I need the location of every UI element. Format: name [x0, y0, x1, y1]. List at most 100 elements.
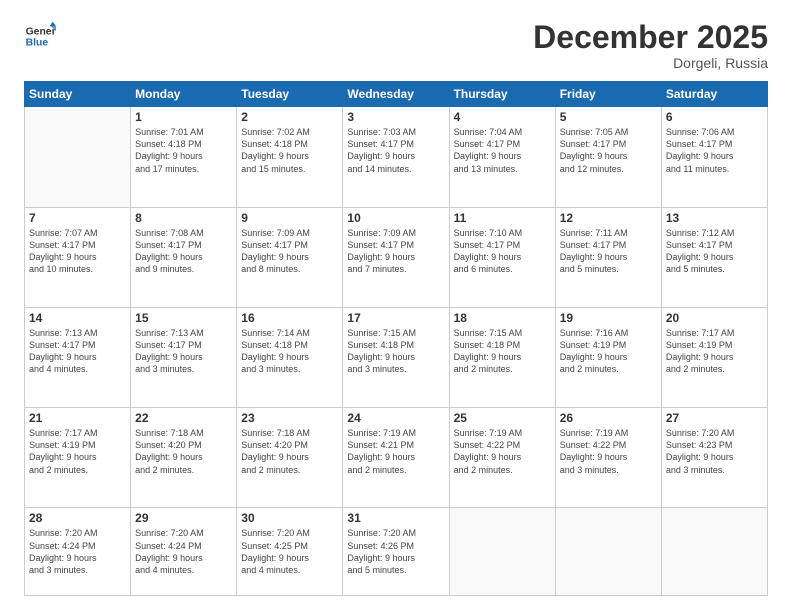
day-info: Sunrise: 7:03 AM Sunset: 4:17 PM Dayligh…: [347, 126, 444, 175]
day-number: 27: [666, 411, 763, 425]
title-area: December 2025 Dorgeli, Russia: [533, 20, 768, 71]
day-number: 28: [29, 511, 126, 525]
day-number: 8: [135, 211, 232, 225]
day-number: 1: [135, 110, 232, 124]
day-number: 9: [241, 211, 338, 225]
day-number: 16: [241, 311, 338, 325]
day-number: 15: [135, 311, 232, 325]
table-row: 18 Sunrise: 7:15 AM Sunset: 4:18 PM Dayli…: [449, 307, 555, 407]
table-row: 1 Sunrise: 7:01 AM Sunset: 4:18 PM Daylig…: [131, 107, 237, 207]
table-row: 12 Sunrise: 7:11 AM Sunset: 4:17 PM Dayli…: [555, 207, 661, 307]
day-info: Sunrise: 7:16 AM Sunset: 4:19 PM Dayligh…: [560, 327, 657, 376]
col-tuesday: Tuesday: [237, 82, 343, 107]
day-info: Sunrise: 7:18 AM Sunset: 4:20 PM Dayligh…: [135, 427, 232, 476]
day-info: Sunrise: 7:08 AM Sunset: 4:17 PM Dayligh…: [135, 227, 232, 276]
table-row: 8 Sunrise: 7:08 AM Sunset: 4:17 PM Daylig…: [131, 207, 237, 307]
day-number: 24: [347, 411, 444, 425]
day-number: 25: [454, 411, 551, 425]
table-row: 20Sunrise: 7:17 AM Sunset: 4:19 PM Dayli…: [661, 307, 767, 407]
day-number: 22: [135, 411, 232, 425]
day-number: 5: [560, 110, 657, 124]
col-thursday: Thursday: [449, 82, 555, 107]
table-row: 19 Sunrise: 7:16 AM Sunset: 4:19 PM Dayli…: [555, 307, 661, 407]
day-info: Sunrise: 7:19 AM Sunset: 4:21 PM Dayligh…: [347, 427, 444, 476]
table-row: 5 Sunrise: 7:05 AM Sunset: 4:17 PM Daylig…: [555, 107, 661, 207]
day-info: Sunrise: 7:07 AM Sunset: 4:17 PM Dayligh…: [29, 227, 126, 276]
day-number: 4: [454, 110, 551, 124]
svg-text:Blue: Blue: [26, 38, 49, 49]
day-info: Sunrise: 7:09 AM Sunset: 4:17 PM Dayligh…: [241, 227, 338, 276]
table-row: [449, 508, 555, 596]
day-number: 23: [241, 411, 338, 425]
table-row: 7 Sunrise: 7:07 AM Sunset: 4:17 PM Daylig…: [25, 207, 131, 307]
day-number: 12: [560, 211, 657, 225]
day-info: Sunrise: 7:11 AM Sunset: 4:17 PM Dayligh…: [560, 227, 657, 276]
day-info: Sunrise: 7:18 AM Sunset: 4:20 PM Dayligh…: [241, 427, 338, 476]
header-row: Sunday Monday Tuesday Wednesday Thursday…: [25, 82, 768, 107]
table-row: [555, 508, 661, 596]
day-info: Sunrise: 7:19 AM Sunset: 4:22 PM Dayligh…: [454, 427, 551, 476]
table-row: 29Sunrise: 7:20 AM Sunset: 4:24 PM Dayli…: [131, 508, 237, 596]
day-info: Sunrise: 7:15 AM Sunset: 4:18 PM Dayligh…: [454, 327, 551, 376]
day-info: Sunrise: 7:20 AM Sunset: 4:23 PM Dayligh…: [666, 427, 763, 476]
table-row: [661, 508, 767, 596]
day-info: Sunrise: 7:15 AM Sunset: 4:18 PM Dayligh…: [347, 327, 444, 376]
table-row: 28Sunrise: 7:20 AM Sunset: 4:24 PM Dayli…: [25, 508, 131, 596]
day-info: Sunrise: 7:05 AM Sunset: 4:17 PM Dayligh…: [560, 126, 657, 175]
day-number: 19: [560, 311, 657, 325]
col-wednesday: Wednesday: [343, 82, 449, 107]
day-info: Sunrise: 7:09 AM Sunset: 4:17 PM Dayligh…: [347, 227, 444, 276]
day-number: 17: [347, 311, 444, 325]
day-number: 7: [29, 211, 126, 225]
day-info: Sunrise: 7:20 AM Sunset: 4:26 PM Dayligh…: [347, 527, 444, 576]
table-row: 16 Sunrise: 7:14 AM Sunset: 4:18 PM Dayli…: [237, 307, 343, 407]
day-info: Sunrise: 7:13 AM Sunset: 4:17 PM Dayligh…: [29, 327, 126, 376]
logo: General Blue: [24, 20, 56, 52]
table-row: 27 Sunrise: 7:20 AM Sunset: 4:23 PM Dayli…: [661, 408, 767, 508]
day-info: Sunrise: 7:20 AM Sunset: 4:24 PM Dayligh…: [135, 527, 232, 576]
day-info: Sunrise: 7:13 AM Sunset: 4:17 PM Dayligh…: [135, 327, 232, 376]
day-info: Sunrise: 7:12 AM Sunset: 4:17 PM Dayligh…: [666, 227, 763, 276]
col-friday: Friday: [555, 82, 661, 107]
day-number: 3: [347, 110, 444, 124]
logo-icon: General Blue: [24, 20, 56, 52]
day-number: 31: [347, 511, 444, 525]
day-number: 26: [560, 411, 657, 425]
day-info: Sunrise: 7:14 AM Sunset: 4:18 PM Dayligh…: [241, 327, 338, 376]
col-saturday: Saturday: [661, 82, 767, 107]
table-row: 13 Sunrise: 7:12 AM Sunset: 4:17 PM Dayli…: [661, 207, 767, 307]
table-row: 21 Sunrise: 7:17 AM Sunset: 4:19 PM Dayli…: [25, 408, 131, 508]
day-number: 11: [454, 211, 551, 225]
day-info: Sunrise: 7:02 AM Sunset: 4:18 PM Dayligh…: [241, 126, 338, 175]
day-number: 18: [454, 311, 551, 325]
day-info: Sunrise: 7:01 AM Sunset: 4:18 PM Dayligh…: [135, 126, 232, 175]
day-info: Sunrise: 7:06 AM Sunset: 4:17 PM Dayligh…: [666, 126, 763, 175]
calendar-table: Sunday Monday Tuesday Wednesday Thursday…: [24, 81, 768, 596]
table-row: 6Sunrise: 7:06 AM Sunset: 4:17 PM Daylig…: [661, 107, 767, 207]
location: Dorgeli, Russia: [533, 55, 768, 71]
page: General Blue December 2025 Dorgeli, Russ…: [0, 0, 792, 612]
day-number: 30: [241, 511, 338, 525]
day-info: Sunrise: 7:19 AM Sunset: 4:22 PM Dayligh…: [560, 427, 657, 476]
table-row: 25 Sunrise: 7:19 AM Sunset: 4:22 PM Dayli…: [449, 408, 555, 508]
table-row: 11Sunrise: 7:10 AM Sunset: 4:17 PM Dayli…: [449, 207, 555, 307]
table-row: 10 Sunrise: 7:09 AM Sunset: 4:17 PM Dayli…: [343, 207, 449, 307]
svg-text:General: General: [26, 26, 56, 37]
day-number: 13: [666, 211, 763, 225]
col-monday: Monday: [131, 82, 237, 107]
month-title: December 2025: [533, 20, 768, 55]
day-number: 10: [347, 211, 444, 225]
col-sunday: Sunday: [25, 82, 131, 107]
day-info: Sunrise: 7:04 AM Sunset: 4:17 PM Dayligh…: [454, 126, 551, 175]
table-row: [25, 107, 131, 207]
table-row: 23 Sunrise: 7:18 AM Sunset: 4:20 PM Dayli…: [237, 408, 343, 508]
table-row: 4 Sunrise: 7:04 AM Sunset: 4:17 PM Daylig…: [449, 107, 555, 207]
table-row: 9 Sunrise: 7:09 AM Sunset: 4:17 PM Daylig…: [237, 207, 343, 307]
table-row: 24 Sunrise: 7:19 AM Sunset: 4:21 PM Dayli…: [343, 408, 449, 508]
day-info: Sunrise: 7:17 AM Sunset: 4:19 PM Dayligh…: [29, 427, 126, 476]
table-row: 15 Sunrise: 7:13 AM Sunset: 4:17 PM Dayli…: [131, 307, 237, 407]
table-row: 17 Sunrise: 7:15 AM Sunset: 4:18 PM Dayli…: [343, 307, 449, 407]
header: General Blue December 2025 Dorgeli, Russ…: [24, 20, 768, 71]
day-info: Sunrise: 7:20 AM Sunset: 4:25 PM Dayligh…: [241, 527, 338, 576]
day-number: 21: [29, 411, 126, 425]
